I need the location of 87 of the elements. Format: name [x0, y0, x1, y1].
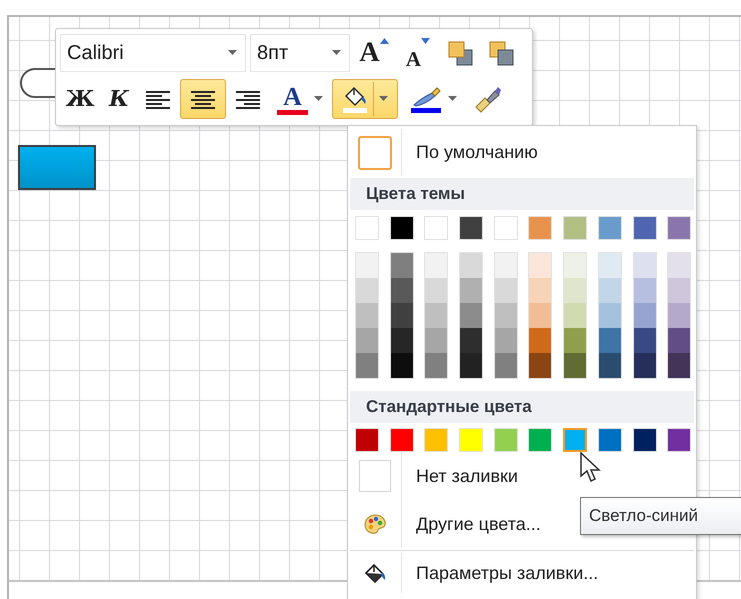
- color-swatch[interactable]: [425, 278, 448, 303]
- section-header: Цвета темы: [350, 178, 694, 210]
- color-swatch[interactable]: [668, 303, 690, 328]
- grow-font-button[interactable]: A: [354, 33, 394, 73]
- caret-icon: [379, 96, 388, 102]
- color-swatch[interactable]: [564, 278, 586, 303]
- rectangle-shape[interactable]: [18, 145, 96, 190]
- color-swatch[interactable]: [564, 253, 586, 278]
- pen-icon: [410, 85, 442, 113]
- color-swatch[interactable]: [356, 253, 378, 278]
- color-swatch[interactable]: [494, 328, 517, 353]
- down-triangle-icon: [421, 38, 430, 44]
- color-swatch[interactable]: [425, 353, 448, 378]
- color-swatch[interactable]: [564, 353, 586, 378]
- color-swatch[interactable]: [460, 328, 482, 353]
- align-right-icon: [236, 88, 260, 110]
- color-swatch[interactable]: [564, 303, 586, 328]
- color-swatch[interactable]: [598, 278, 621, 303]
- color-swatch[interactable]: [563, 428, 588, 452]
- font-color-button[interactable]: A: [270, 79, 330, 119]
- align-center-icon: [191, 88, 215, 110]
- color-swatch[interactable]: [529, 328, 552, 353]
- color-swatch[interactable]: [564, 328, 586, 353]
- empty-swatch-icon: [358, 460, 390, 492]
- color-swatch[interactable]: [598, 303, 621, 328]
- color-swatch[interactable]: [634, 353, 656, 378]
- stacked-squares-icon: [488, 40, 515, 66]
- menu-item[interactable]: Параметры заливки...: [402, 553, 598, 593]
- color-swatch[interactable]: [634, 303, 656, 328]
- color-swatch[interactable]: [668, 278, 690, 303]
- palette-icon: [362, 513, 386, 535]
- menu-item[interactable]: Нет заливки: [402, 452, 518, 500]
- color-swatch[interactable]: [494, 303, 517, 328]
- color-swatch[interactable]: [390, 328, 413, 353]
- color-swatch[interactable]: [634, 253, 656, 278]
- caret-icon: [448, 96, 456, 102]
- section-header: Стандартные цвета: [350, 391, 694, 423]
- default-color-item[interactable]: По умолчанию: [402, 129, 538, 176]
- color-swatch[interactable]: [668, 328, 690, 353]
- color-swatch[interactable]: [529, 353, 552, 378]
- color-swatch[interactable]: [425, 303, 448, 328]
- color-swatch[interactable]: [598, 328, 621, 353]
- color-swatch[interactable]: [598, 253, 621, 278]
- color-swatch[interactable]: [494, 253, 517, 278]
- tooltip: Светло-синий: [580, 497, 741, 535]
- color-swatch[interactable]: [356, 328, 378, 353]
- color-swatch[interactable]: [460, 278, 482, 303]
- color-swatch[interactable]: [356, 353, 378, 378]
- color-swatch[interactable]: [634, 328, 656, 353]
- color-swatch[interactable]: [390, 353, 413, 378]
- color-swatch[interactable]: [460, 353, 482, 378]
- color-swatch[interactable]: [460, 303, 482, 328]
- paint-bucket-icon: [362, 561, 386, 585]
- caret-icon: [314, 96, 323, 102]
- fill-color-button[interactable]: [332, 79, 398, 119]
- caret-icon: [228, 50, 237, 56]
- align-center-button[interactable]: [180, 79, 226, 119]
- color-swatch[interactable]: [356, 278, 378, 303]
- color-swatch[interactable]: [668, 253, 690, 278]
- color-swatch[interactable]: [390, 253, 413, 278]
- bold-button[interactable]: Ж: [60, 79, 100, 119]
- up-triangle-icon: [380, 38, 389, 44]
- caret-icon: [332, 50, 341, 56]
- color-swatch[interactable]: [356, 303, 378, 328]
- brush-icon: [473, 85, 501, 113]
- color-swatch[interactable]: [494, 278, 517, 303]
- color-swatch[interactable]: [390, 278, 413, 303]
- paint-bucket-icon: [342, 85, 368, 113]
- shrink-font-button[interactable]: A: [398, 33, 438, 73]
- font-name-dropdown[interactable]: Calibri: [60, 34, 246, 72]
- align-left-icon: [146, 88, 170, 110]
- color-swatch[interactable]: [425, 253, 448, 278]
- stacked-squares-icon: [447, 40, 474, 66]
- font-size-dropdown[interactable]: 8пт: [250, 34, 350, 72]
- menu-item[interactable]: Другие цвета...: [402, 500, 541, 548]
- mouse-pointer-icon: [580, 452, 602, 484]
- color-swatch[interactable]: [529, 253, 552, 278]
- color-swatch[interactable]: [668, 353, 690, 378]
- color-swatch[interactable]: [598, 353, 621, 378]
- color-swatch[interactable]: [529, 278, 552, 303]
- color-swatch[interactable]: [634, 278, 656, 303]
- italic-button[interactable]: К: [102, 79, 136, 119]
- color-swatch[interactable]: [529, 303, 552, 328]
- color-swatch[interactable]: [460, 253, 482, 278]
- color-swatch[interactable]: [494, 353, 517, 378]
- color-swatch[interactable]: [390, 303, 413, 328]
- color-swatch[interactable]: [425, 328, 448, 353]
